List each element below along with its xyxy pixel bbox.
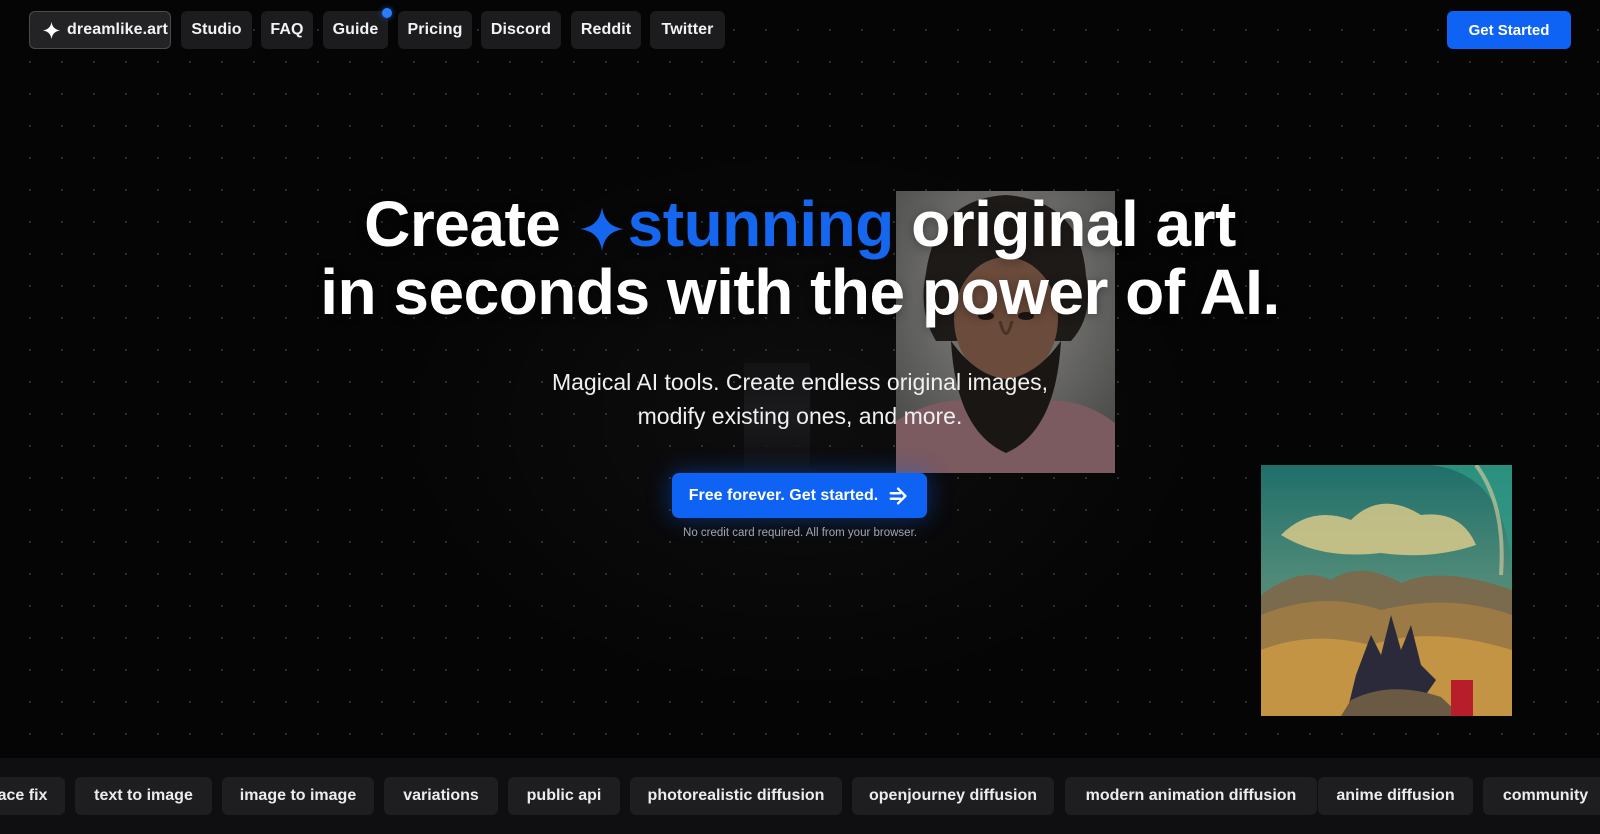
nav-item-reddit[interactable]: Reddit — [571, 11, 641, 49]
hero-headline: Create stunning original art in seconds … — [300, 190, 1300, 326]
nav-item-label: Guide — [332, 21, 379, 38]
tag-face-fix[interactable]: ace fix — [0, 777, 65, 815]
tag-modern-animation-diffusion[interactable]: modern animation diffusion — [1065, 777, 1317, 815]
nav-item-guide[interactable]: Guide — [323, 8, 392, 49]
subheading-line-one: Magical AI tools. Create endless origina… — [551, 369, 1049, 395]
tag-community[interactable]: community — [1483, 777, 1600, 815]
tag-label: variations — [403, 787, 479, 804]
tag-label: modern animation diffusion — [1085, 787, 1297, 804]
tag-openjourney-diffusion[interactable]: openjourney diffusion — [852, 777, 1054, 815]
nav-item-label: Discord — [490, 21, 552, 38]
sparkle-icon — [579, 207, 624, 251]
subheading-line-two: modify existing ones, and more. — [637, 403, 963, 429]
free-get-started-button[interactable]: Free forever. Get started. — [672, 473, 927, 518]
notification-dot — [382, 8, 392, 18]
feature-tags-bar: ace fix text to image image to image var… — [0, 758, 1600, 834]
tag-label: community — [1502, 787, 1589, 804]
get-started-button[interactable]: Get Started — [1447, 11, 1571, 49]
nav-item-label: FAQ — [270, 21, 304, 38]
landscape-illustration — [1261, 465, 1512, 716]
cta-label: Free forever. Get started. — [688, 486, 879, 504]
nav-item-twitter[interactable]: Twitter — [650, 11, 725, 49]
tag-label: photorealistic diffusion — [647, 787, 825, 804]
tag-label: anime diffusion — [1336, 787, 1455, 804]
tag-public-api[interactable]: public api — [508, 777, 620, 815]
nav-item-faq[interactable]: FAQ — [261, 11, 313, 49]
headline-text-post: original art — [893, 188, 1236, 260]
tag-image-to-image[interactable]: image to image — [222, 777, 374, 815]
nav-item-label: Studio — [191, 21, 242, 38]
logo-label: dreamlike.art — [67, 21, 168, 38]
tag-label: openjourney diffusion — [869, 787, 1037, 804]
hero-subheading: Magical AI tools. Create endless origina… — [400, 365, 1200, 433]
nav-item-label: Twitter — [661, 21, 714, 38]
tag-variations[interactable]: variations — [384, 777, 498, 815]
nav-item-label: Pricing — [407, 21, 463, 38]
headline-text-pre: Create — [364, 188, 578, 260]
headline-line-two: in seconds with the power of AI. — [320, 256, 1280, 328]
landing-page: dreamlike.art Studio FAQ Guide Pricing D… — [0, 0, 1600, 834]
nav-item-studio[interactable]: Studio — [181, 11, 252, 49]
nav-item-pricing[interactable]: Pricing — [398, 11, 472, 49]
tag-label: image to image — [239, 787, 357, 804]
fantasy-castle-artwork — [1261, 465, 1512, 716]
nav-item-label: Reddit — [580, 21, 632, 38]
top-navigation: dreamlike.art Studio FAQ Guide Pricing D… — [0, 0, 1600, 60]
sparkle-icon — [42, 21, 61, 39]
tag-text-to-image[interactable]: text to image — [75, 777, 212, 815]
tag-label: ace fix — [0, 787, 48, 804]
tag-photorealistic-diffusion[interactable]: photorealistic diffusion — [630, 777, 842, 815]
tag-label: public api — [526, 787, 602, 804]
nav-item-discord[interactable]: Discord — [481, 11, 561, 49]
arrow-right-icon — [889, 486, 907, 505]
headline-accent-word: stunning — [627, 188, 895, 260]
no-credit-card-note: No credit card required. All from your b… — [683, 527, 917, 539]
tag-anime-diffusion[interactable]: anime diffusion — [1318, 777, 1473, 815]
tag-label: text to image — [94, 787, 193, 804]
logo-button[interactable]: dreamlike.art — [29, 11, 171, 49]
